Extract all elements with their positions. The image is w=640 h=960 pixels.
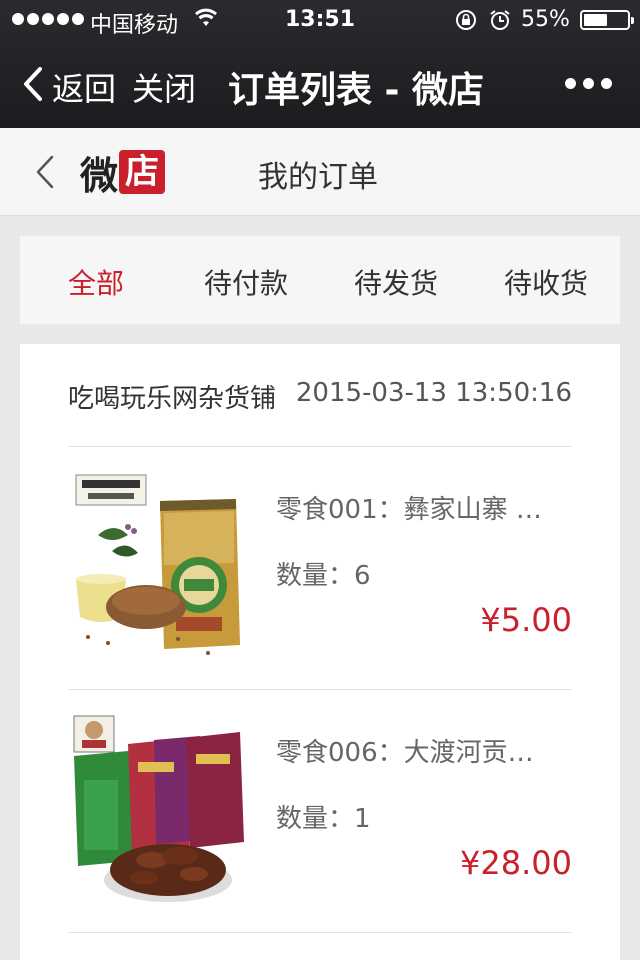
product-name: 零食006：大渡河贡… bbox=[276, 738, 534, 768]
rotation-lock-icon bbox=[456, 10, 476, 30]
battery-icon bbox=[580, 10, 634, 30]
tab-pending-payment[interactable]: 待付款 bbox=[204, 262, 288, 302]
product-name: 零食001：彝家山寨 … bbox=[276, 495, 542, 525]
back-arrow-icon[interactable] bbox=[20, 66, 46, 102]
divider bbox=[68, 932, 572, 933]
shop-header: 微店 我的订单 bbox=[0, 128, 640, 216]
back-button[interactable]: 返回 bbox=[52, 64, 116, 110]
order-timestamp: 2015-03-13 13:50:16 bbox=[295, 378, 572, 408]
product-price: ¥5.00 bbox=[480, 601, 572, 639]
chevron-left-icon[interactable] bbox=[34, 154, 56, 190]
weidian-logo: 微店 bbox=[80, 150, 166, 198]
order-card[interactable]: 吃喝玩乐网杂货铺 2015-03-13 13:50:16 零食001：彝家山寨 … bbox=[20, 344, 620, 960]
order-status-tabs: 全部 待付款 待发货 待收货 bbox=[20, 236, 620, 324]
product-quantity: 数量：6 bbox=[276, 561, 371, 591]
product-image-beef-jerky bbox=[68, 710, 248, 910]
order-item[interactable]: 零食001：彝家山寨 … 数量：6 ¥5.00 bbox=[20, 447, 620, 689]
shop-name: 吃喝玩乐网杂货铺 bbox=[68, 384, 277, 414]
close-button[interactable]: 关闭 bbox=[132, 64, 196, 110]
status-bar: 中国移动 13:51 55% bbox=[0, 0, 640, 40]
tab-all[interactable]: 全部 bbox=[68, 262, 124, 302]
battery-percent: 55% bbox=[521, 7, 570, 32]
more-options-icon[interactable] bbox=[565, 78, 612, 89]
nav-bar: 返回 关闭 订单列表 - 微店 bbox=[0, 40, 640, 128]
product-image-buckwheat-tea bbox=[68, 467, 248, 667]
top-bar: 中国移动 13:51 55% 返回 关闭 订单列表 - 微店 bbox=[0, 0, 640, 128]
tab-pending-receipt[interactable]: 待收货 bbox=[504, 262, 588, 302]
order-item[interactable]: 零食006：大渡河贡… 数量：1 ¥28.00 bbox=[20, 690, 620, 932]
page-title: 我的订单 bbox=[258, 160, 378, 195]
nav-title: 订单列表 - 微店 bbox=[228, 70, 485, 111]
product-quantity: 数量：1 bbox=[276, 804, 371, 834]
order-header: 吃喝玩乐网杂货铺 2015-03-13 13:50:16 bbox=[68, 378, 572, 415]
tab-pending-shipment[interactable]: 待发货 bbox=[354, 262, 438, 302]
alarm-icon bbox=[490, 10, 510, 30]
product-price: ¥28.00 bbox=[460, 844, 572, 882]
